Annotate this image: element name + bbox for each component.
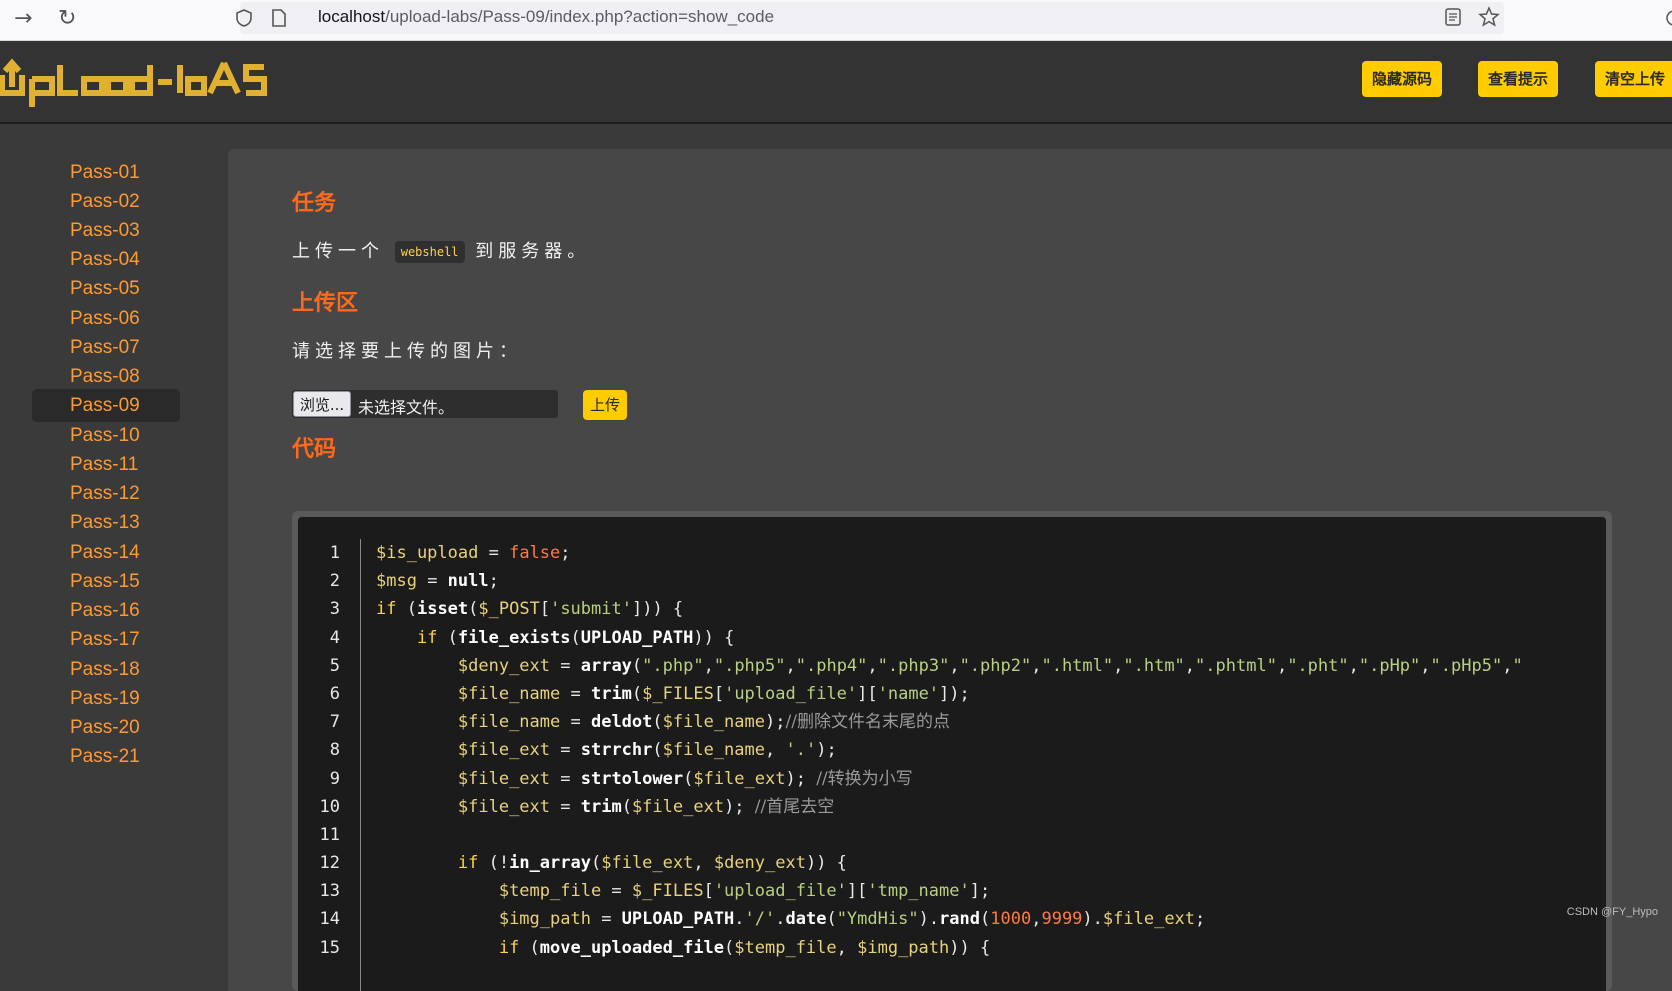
- upload-labs-logo[interactable]: [0, 55, 290, 111]
- gutter-divider: [360, 539, 361, 991]
- line-number: 5: [329, 655, 340, 676]
- browser-toolbar: → ↻ localhost/upload-labs/Pass-09/index.…: [0, 0, 1672, 41]
- line-number: 1: [329, 543, 340, 563]
- sidebar-item-pass-17[interactable]: Pass-17: [32, 623, 180, 656]
- watermark: CSDN @FY_Hypo: [1566, 906, 1658, 918]
- bookmark-star-icon[interactable]: [1478, 6, 1500, 28]
- file-status: 未选择文件。: [358, 398, 455, 417]
- clear-upload-button[interactable]: 清空上传: [1595, 61, 1672, 97]
- line-number: 12: [319, 853, 340, 874]
- line-number: 6: [329, 683, 340, 704]
- source-code: $is_upload = false; $msg = null; if (iss…: [376, 539, 1523, 962]
- reload-icon[interactable]: ↻: [58, 6, 76, 31]
- upload-button[interactable]: 上传: [583, 390, 627, 420]
- code-block[interactable]: 1 2 3 4 5 6 7 8 9 10 11 12 13 14 15 $is_…: [298, 517, 1606, 991]
- line-numbers: 1 2 3 4 5 6 7 8 9 10 11 12 13 14 15: [298, 539, 348, 962]
- sidebar-item-pass-21[interactable]: Pass-21: [32, 740, 180, 773]
- code-line: if (!in_array($file_ext, $deny_ext)) {: [457, 853, 847, 874]
- line-number: 14: [319, 909, 340, 930]
- line-number: 13: [319, 881, 340, 902]
- line-number: 2: [329, 571, 340, 592]
- code-line: $file_ext = strtolower($file_ext); //转换为…: [457, 768, 913, 789]
- hide-source-button[interactable]: 隐藏源码: [1362, 61, 1443, 97]
- code-line: if (isset($_POST['submit'])) {: [376, 599, 684, 620]
- line-number: 7: [329, 712, 340, 733]
- code-heading: 代码: [292, 437, 337, 462]
- sidebar-nav: Pass-01 Pass-02 Pass-03 Pass-04 Pass-05 …: [0, 124, 228, 991]
- line-number: 4: [329, 627, 340, 648]
- reader-view-icon[interactable]: [1444, 7, 1462, 27]
- line-number: 9: [329, 768, 340, 789]
- code-panel: 1 2 3 4 5 6 7 8 9 10 11 12 13 14 15 $is_…: [292, 511, 1612, 991]
- extension-icon[interactable]: [1664, 8, 1672, 28]
- code-line: if (file_exists(UPLOAD_PATH)) {: [416, 627, 735, 648]
- line-number: 10: [319, 796, 340, 817]
- upload-heading: 上传区: [292, 291, 359, 316]
- code-line: $file_name = trim($_FILES['upload_file']…: [457, 683, 970, 704]
- upload-prompt: 请选择要上传的图片：: [292, 341, 522, 362]
- site-header: 隐藏源码 查看提示 清空上传: [0, 41, 1672, 124]
- code-line: $msg = null;: [376, 571, 499, 592]
- shield-icon: [236, 9, 252, 27]
- sidebar-item-pass-09[interactable]: Pass-09: [32, 389, 180, 422]
- line-number: 8: [329, 740, 340, 761]
- code-line: $is_upload = false;: [376, 543, 571, 563]
- webshell-code: webshell: [394, 241, 465, 263]
- view-hint-button[interactable]: 查看提示: [1478, 61, 1559, 97]
- code-line: $temp_file = $_FILES['upload_file']['tmp…: [498, 881, 991, 902]
- task-heading: 任务: [292, 191, 337, 216]
- line-number: 11: [319, 824, 340, 845]
- page-icon: [272, 9, 286, 27]
- code-line: $deny_ext = array(".php",".php5",".php4"…: [457, 655, 1523, 676]
- sidebar-item-pass-05[interactable]: Pass-05: [32, 272, 180, 305]
- browse-button[interactable]: 浏览...: [293, 391, 351, 417]
- code-line: $file_ext = strrchr($file_name, '.');: [457, 740, 837, 761]
- main-content: 任务 上传一个 webshell 到服务器。 上传区 请选择要上传的图片： 浏览…: [228, 149, 1672, 991]
- file-input[interactable]: 浏览... 未选择文件。: [292, 390, 558, 418]
- task-description: 上传一个 webshell 到服务器。: [292, 241, 591, 263]
- code-line: $file_name = deldot($file_name);//删除文件名末…: [457, 712, 950, 733]
- code-line: $file_ext = trim($file_ext); //首尾去空: [457, 796, 835, 817]
- code-line: $img_path = UPLOAD_PATH.'/'.date("YmdHis…: [498, 909, 1206, 930]
- line-number: 15: [319, 937, 340, 958]
- line-number: 3: [329, 599, 340, 620]
- forward-icon[interactable]: →: [14, 6, 32, 31]
- url-text: localhost/upload-labs/Pass-09/index.php?…: [318, 7, 775, 26]
- sidebar-item-pass-13[interactable]: Pass-13: [32, 506, 180, 539]
- code-line: if (move_uploaded_file($temp_file, $img_…: [498, 937, 991, 958]
